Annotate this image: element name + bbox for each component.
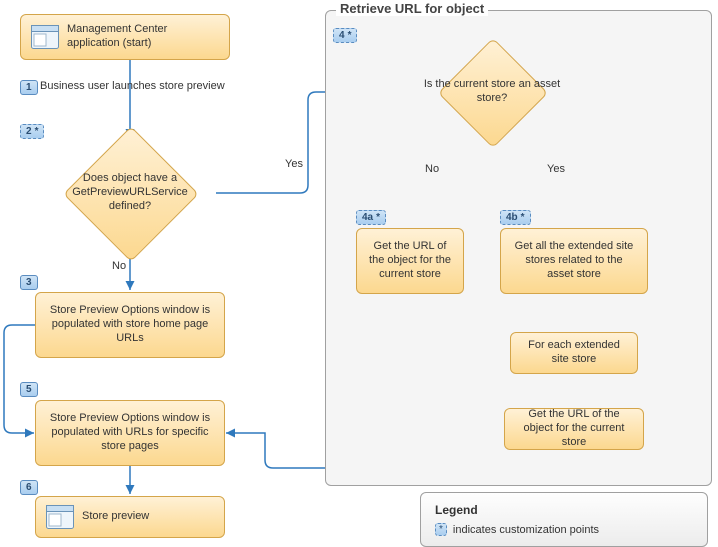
legend-star-badge: * — [435, 523, 447, 536]
flowchart-canvas: Retrieve URL for object Management Cente… — [0, 0, 718, 543]
step5-node: Store Preview Options window is populate… — [35, 400, 225, 466]
step-badge-2: 2* — [20, 124, 44, 139]
legend-row: * indicates customization points — [435, 523, 693, 536]
step-badge-5: 5 — [20, 382, 38, 397]
step4b-get-label: Get the URL of the object for the curren… — [515, 408, 633, 449]
decision-assetstore-label: Is the current store an asset store? — [412, 38, 572, 146]
step5-label: Store Preview Options window is populate… — [46, 412, 214, 453]
edge-yes-2: Yes — [547, 163, 565, 175]
edge-no-2: No — [425, 163, 439, 175]
legend-panel: Legend * indicates customization points — [420, 492, 708, 547]
start-label: Management Center application (start) — [67, 23, 219, 51]
step-badge-4b: 4b* — [500, 210, 531, 225]
step-badge-4: 4* — [333, 28, 357, 43]
step3-label: Store Preview Options window is populate… — [46, 304, 214, 345]
panel-title: Retrieve URL for object — [336, 1, 488, 16]
legend-title: Legend — [435, 503, 693, 517]
step4a-node: Get the URL of the object for the curren… — [356, 228, 464, 294]
step4b-node: Get all the extended site stores related… — [500, 228, 648, 294]
edge-yes-1: Yes — [285, 158, 303, 170]
step4b-loop-node: For each extended site store — [510, 332, 638, 374]
step-badge-4a: 4a* — [356, 210, 386, 225]
step4a-label: Get the URL of the object for the curren… — [367, 240, 453, 281]
step3-node: Store Preview Options window is populate… — [35, 292, 225, 358]
step-badge-1: 1 — [20, 80, 38, 95]
edge-label-launch: Business user launches store preview — [40, 80, 225, 92]
application-window-icon — [46, 505, 74, 529]
decision-assetstore: Is the current store an asset store? — [412, 38, 572, 146]
start-node: Management Center application (start) — [20, 14, 230, 60]
legend-text: indicates customization points — [453, 524, 599, 536]
step4b-label: Get all the extended site stores related… — [511, 240, 637, 281]
step4b-get-node: Get the URL of the object for the curren… — [504, 408, 644, 450]
decision-getpreviewurl-label: Does object have a GetPreviewURLService … — [55, 128, 205, 258]
step4b-loop-label: For each extended site store — [521, 339, 627, 367]
step-badge-3: 3 — [20, 275, 38, 290]
step6-node: Store preview — [35, 496, 225, 538]
step-badge-6: 6 — [20, 480, 38, 495]
edge-no-1: No — [112, 260, 126, 272]
application-window-icon — [31, 25, 59, 49]
decision-getpreviewurl: Does object have a GetPreviewURLService … — [55, 128, 205, 258]
step6-label: Store preview — [82, 510, 149, 524]
